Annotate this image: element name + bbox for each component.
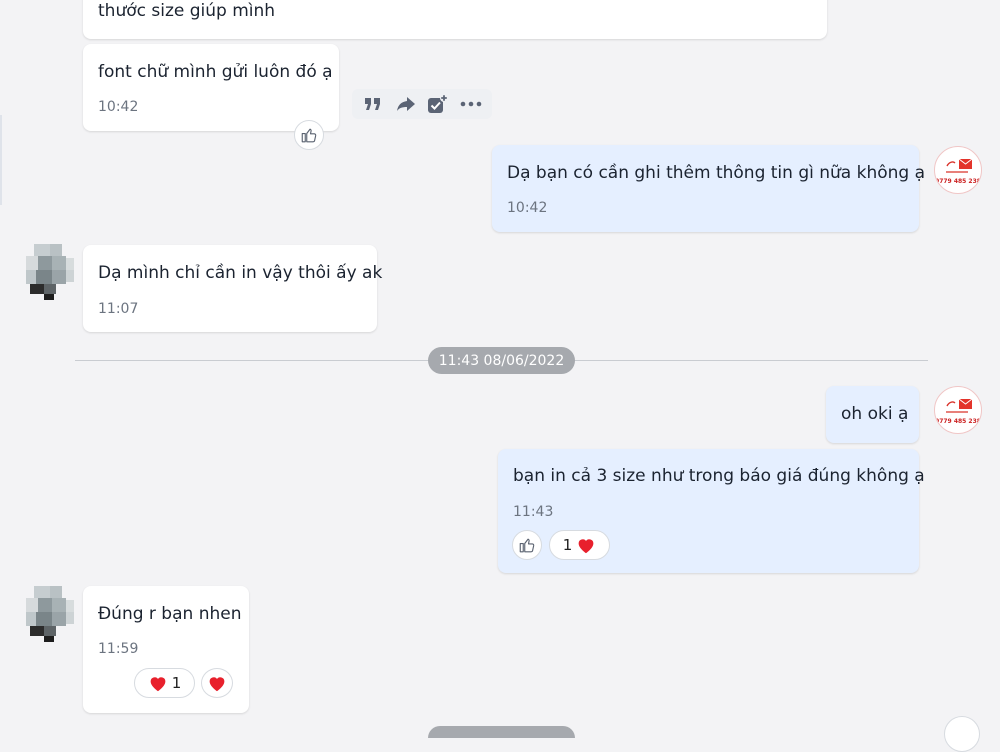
date-divider-chip: 11:43 08/06/2022 [428, 347, 575, 374]
message-text: thước size giúp mình [98, 1, 276, 21]
message-time: 11:43 [513, 504, 554, 520]
like-reaction-button[interactable] [512, 530, 542, 560]
message-bubble-incoming[interactable]: Dạ mình chỉ cần in vậy thôi ấy ak 11:07 [83, 245, 382, 332]
like-icon [301, 128, 317, 143]
reaction-count: 1 [171, 674, 182, 692]
contact-avatar[interactable] [26, 586, 74, 642]
message-bubble-incoming[interactable]: Đúng r bạn nhen 11:59 1 [83, 586, 249, 713]
message-bubble-incoming[interactable]: thước size giúp mình [83, 0, 827, 39]
shop-logo-icon [936, 388, 980, 432]
like-icon [519, 538, 535, 553]
pixelated-avatar-icon [26, 244, 74, 300]
shop-avatar[interactable]: 0779 485 238 [934, 386, 982, 434]
message-text: bạn in cả 3 size như trong báo giá đúng … [513, 466, 925, 486]
message-bubble-outgoing[interactable]: oh oki ạ [826, 386, 919, 443]
scroll-down-button[interactable] [944, 716, 980, 752]
message-text: Đúng r bạn nhen [98, 604, 242, 624]
message-text: Dạ mình chỉ cần in vậy thôi ấy ak [98, 263, 383, 283]
more-icon[interactable] [460, 92, 483, 116]
message-time: 10:42 [507, 200, 548, 216]
message-text: font chữ mình gửi luôn đó ạ [98, 62, 333, 82]
heart-icon [209, 677, 225, 692]
heart-icon [150, 677, 166, 692]
message-text: oh oki ạ [841, 404, 909, 424]
like-reaction-button[interactable] [294, 120, 324, 150]
message-action-toolbar [352, 89, 492, 119]
shop-avatar[interactable]: 0779 485 238 [934, 146, 982, 194]
reaction-count: 1 [562, 536, 573, 554]
reaction-count-pill[interactable]: 1 [134, 668, 195, 698]
message-bubble-incoming[interactable]: font chữ mình gửi luôn đó ạ 10:42 [83, 44, 339, 131]
shop-phone-text: 0779 485 238 [935, 418, 981, 425]
date-divider-chip-partial [428, 726, 575, 738]
message-text: Dạ bạn có cần ghi thêm thông tin gì nữa … [507, 163, 926, 183]
shop-phone-text: 0779 485 238 [935, 178, 981, 185]
contact-avatar[interactable] [26, 244, 74, 300]
heart-icon [578, 539, 594, 554]
shop-logo-icon [936, 148, 980, 192]
message-bubble-outgoing[interactable]: bạn in cả 3 size như trong báo giá đúng … [498, 449, 925, 573]
pixelated-avatar-icon [26, 586, 74, 642]
heart-reaction-button[interactable] [201, 668, 233, 698]
message-bubble-outgoing[interactable]: Dạ bạn có cần ghi thêm thông tin gì nữa … [492, 145, 925, 232]
message-time: 10:42 [98, 99, 139, 115]
reaction-count-pill[interactable]: 1 [549, 530, 610, 560]
left-panel-edge [0, 115, 2, 205]
message-time: 11:59 [98, 641, 139, 657]
quote-icon[interactable] [362, 92, 385, 116]
message-time: 11:07 [98, 301, 139, 317]
task-icon[interactable] [427, 92, 450, 116]
forward-icon[interactable] [395, 92, 418, 116]
